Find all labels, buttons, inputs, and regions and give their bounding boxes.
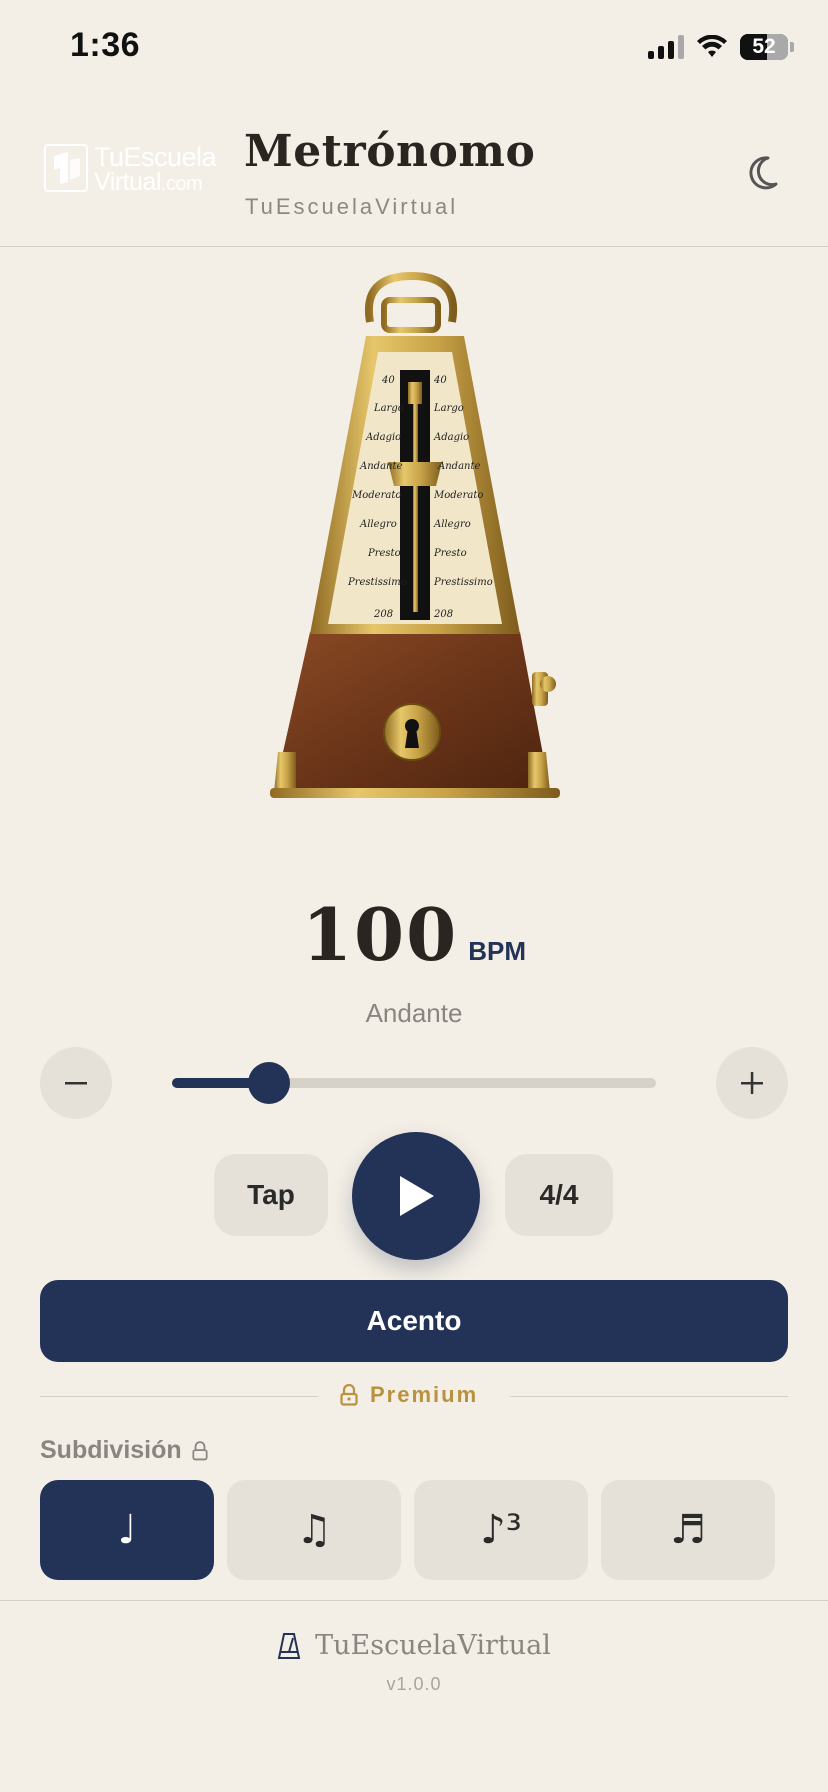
logo-text-line2: Virtual.com	[94, 168, 203, 196]
premium-divider-left	[40, 1396, 318, 1397]
time-signature-button[interactable]: 4/4	[505, 1154, 613, 1236]
accent-button[interactable]: Acento	[40, 1280, 788, 1362]
brand-logo[interactable]: TuEscuela Virtual.com	[44, 142, 217, 196]
app-version: v1.0.0	[386, 1674, 442, 1694]
svg-text:208: 208	[433, 609, 453, 620]
moon-icon[interactable]	[746, 150, 790, 194]
svg-text:Largo: Largo	[433, 403, 464, 414]
page-subtitle: TuEscuelaVirtual	[245, 194, 459, 219]
svg-text:Adagio: Adagio	[433, 432, 469, 443]
battery-level: 52	[752, 35, 776, 58]
svg-text:40: 40	[433, 375, 447, 386]
decrease-bpm-button[interactable]	[40, 1047, 112, 1119]
tempo-name: Andante	[365, 998, 463, 1028]
svg-text:Largo: Largo	[373, 403, 404, 414]
metronome-icon	[277, 1632, 301, 1659]
svg-text:Presto: Presto	[367, 548, 401, 559]
logo-mark-icon	[44, 144, 88, 192]
tap-tempo-button[interactable]: Tap	[214, 1154, 328, 1236]
bpm-value: 100	[301, 892, 459, 977]
subdivision-eighth-button[interactable]: ♫	[227, 1480, 401, 1580]
bpm-slider-thumb[interactable]	[248, 1062, 290, 1104]
cellular-signal-icon	[648, 35, 684, 59]
footer-brand: TuEscuelaVirtual	[0, 1630, 828, 1661]
subdivision-heading: Subdivisión	[40, 1436, 208, 1465]
svg-text:Andante: Andante	[437, 461, 480, 472]
footer-divider	[0, 1600, 828, 1601]
svg-text:Moderato: Moderato	[433, 490, 483, 501]
battery-icon: 52	[740, 34, 794, 60]
premium-badge[interactable]: Premium	[340, 1382, 478, 1408]
subdivision-sixteenth-button[interactable]: ♬	[601, 1480, 775, 1580]
svg-text:Allegro: Allegro	[359, 519, 397, 530]
svg-text:Andante: Andante	[359, 461, 402, 472]
svg-text:Moderato: Moderato	[351, 490, 401, 501]
lock-icon	[340, 1384, 358, 1406]
subdivision-label: Subdivisión	[40, 1436, 182, 1464]
svg-text:Prestissimo: Prestissimo	[347, 577, 407, 588]
minus-icon	[65, 1082, 87, 1085]
wifi-icon	[697, 35, 727, 57]
premium-divider-right	[510, 1396, 788, 1397]
plus-icon	[741, 1072, 763, 1094]
increase-bpm-button[interactable]	[716, 1047, 788, 1119]
svg-text:Adagio: Adagio	[365, 432, 401, 443]
svg-text:Presto: Presto	[433, 548, 467, 559]
status-icons: 52	[648, 34, 794, 60]
svg-text:Allegro: Allegro	[433, 519, 471, 530]
premium-label: Premium	[370, 1382, 479, 1407]
metronome-illustration: 40 40 Largo Largo Adagio Adagio Andante Anda…	[270, 272, 560, 798]
play-icon	[400, 1176, 434, 1216]
lock-icon	[192, 1440, 208, 1460]
subdivision-triplet-button[interactable]: ♪³	[414, 1480, 588, 1580]
page-title: Metrónomo	[244, 126, 536, 177]
header-divider	[0, 246, 828, 247]
svg-text:40: 40	[381, 375, 395, 386]
subdivision-quarter-button[interactable]: ♩	[40, 1480, 214, 1580]
play-button[interactable]	[352, 1132, 480, 1260]
bpm-display: 100 BPM	[0, 892, 828, 977]
svg-text:208: 208	[373, 609, 393, 620]
status-time: 1:36	[70, 26, 141, 64]
footer-brand-text: TuEscuelaVirtual	[315, 1630, 551, 1661]
svg-text:Prestissimo: Prestissimo	[433, 577, 493, 588]
bpm-unit: BPM	[468, 936, 527, 966]
